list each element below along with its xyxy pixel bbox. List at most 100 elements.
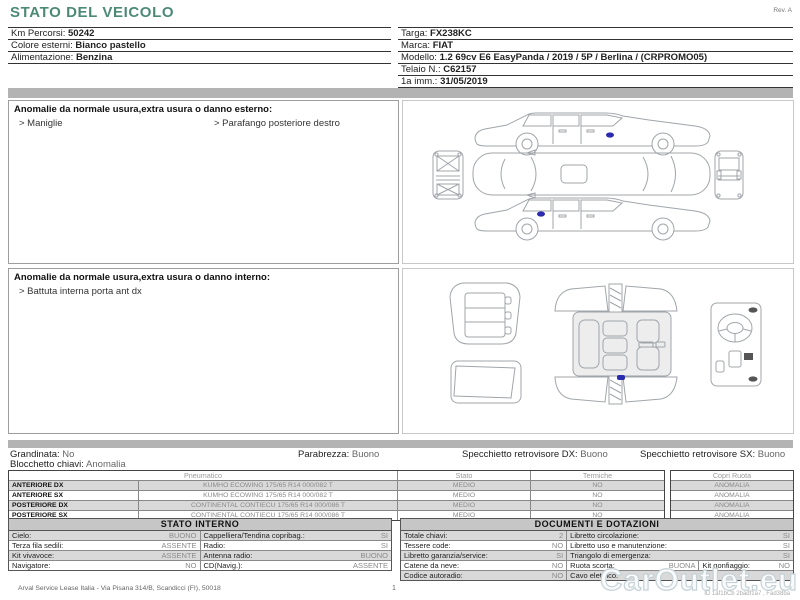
vehicle-info-right-table: Targa: FX238KC Marca: FIAT Modello: 1.2 … bbox=[398, 27, 793, 88]
cabin-plan-view bbox=[554, 283, 678, 405]
km-label: Km Percorsi: bbox=[11, 28, 69, 39]
tyres-header-termiche: Termiche bbox=[531, 471, 664, 481]
info-row-km: Km Percorsi: 50242 bbox=[8, 28, 391, 40]
specchietto-dx-label: Specchietto retrovisore DX: bbox=[462, 449, 581, 460]
revision-label: Rev. A bbox=[773, 7, 792, 14]
stato-interno-table: STATO INTERNO Cielo: BUONO Cappelliera/Te… bbox=[8, 518, 392, 571]
colore-value: Bianco pastello bbox=[75, 40, 146, 51]
tyre-stato: MEDIO bbox=[398, 481, 531, 491]
tyre-position: ANTERIORE DX bbox=[9, 481, 139, 491]
table-row: Cielo: BUONO Cappelliera/Tendina copribag… bbox=[9, 531, 391, 541]
alimentazione-value: Benzina bbox=[75, 52, 113, 63]
parabrezza-status: Parabrezza: Buono bbox=[298, 449, 379, 460]
exterior-diagram-panel bbox=[402, 100, 794, 264]
damage-marker bbox=[606, 132, 614, 138]
tyre-spec: KUMHO ECOWING 175/65 R14 000/082 T bbox=[139, 481, 398, 491]
vehicle-info-left-table: Km Percorsi: 50242 Colore esterni: Bianc… bbox=[8, 27, 391, 64]
marca-label: Marca: bbox=[401, 40, 433, 51]
blocchetto-value: Anomalia bbox=[86, 459, 126, 470]
specchietto-sx-status: Specchietto retrovisore SX: Buono bbox=[640, 449, 785, 460]
copri-ruota-value: ANOMALIA bbox=[671, 501, 793, 511]
cell-totale-chiavi: Totale chiavi: 2 bbox=[401, 531, 568, 540]
car-side-view-right bbox=[474, 112, 711, 156]
colore-label: Colore esterni: bbox=[11, 40, 76, 51]
exterior-anomalies-panel: Anomalie da normale usura,extra usura o … bbox=[8, 100, 399, 264]
footer-company-address: Arval Service Lease Italia - Via Pisana … bbox=[18, 585, 221, 592]
table-row: Tessere code: NO Libretto uso e manutenzi… bbox=[401, 541, 793, 551]
copri-ruota-value: ANOMALIA bbox=[671, 491, 793, 501]
cell-navigatore: Navigatore: NO bbox=[9, 561, 201, 570]
footer-page-number: 1 bbox=[392, 585, 396, 592]
cell-kit-vivavoce: Kit vivavoce: ASSENTE bbox=[9, 551, 201, 560]
imm-label: 1a imm.: bbox=[401, 76, 441, 87]
imm-value: 31/05/2019 bbox=[440, 76, 488, 87]
damage-marker bbox=[537, 211, 545, 217]
car-exterior-diagram bbox=[432, 112, 744, 241]
table-row: Terza fila sedili: ASSENTE Radio: SI bbox=[9, 541, 391, 551]
info-row-targa: Targa: FX238KC bbox=[398, 28, 793, 40]
car-rear-view bbox=[714, 150, 744, 200]
cell-triangolo: Triangolo di emergenza: SI bbox=[570, 551, 790, 560]
dashboard-view bbox=[710, 302, 762, 387]
targa-value: FX238KC bbox=[430, 28, 472, 39]
documenti-title: DOCUMENTI E DOTAZIONI bbox=[401, 519, 793, 531]
copri-ruota-value: ANOMALIA bbox=[671, 481, 793, 491]
info-row-colore: Colore esterni: Bianco pastello bbox=[8, 40, 391, 52]
copri-ruota-table: Copri Ruota ANOMALIA ANOMALIA ANOMALIA A… bbox=[670, 470, 794, 521]
exterior-anomalies-heading: Anomalie da normale usura,extra usura o … bbox=[14, 104, 273, 115]
specchietto-sx-value: Buono bbox=[757, 449, 786, 460]
section-divider-bar bbox=[8, 440, 793, 448]
copri-ruota-header: Copri Ruota bbox=[671, 471, 793, 481]
table-row: Libretto garanzia/service: SI Triangolo d… bbox=[401, 551, 793, 561]
info-row-telaio: Telaio N.: C62157 bbox=[398, 64, 793, 76]
car-top-view bbox=[472, 149, 711, 199]
km-value: 50242 bbox=[68, 28, 95, 39]
tyre-stato: MEDIO bbox=[398, 501, 531, 511]
info-row-marca: Marca: FIAT bbox=[398, 40, 793, 52]
cell-libretto-garanzia: Libretto garanzia/service: SI bbox=[401, 551, 568, 560]
cell-tessere-code: Tessere code: NO bbox=[401, 541, 568, 550]
page-title: STATO DEL VEICOLO bbox=[10, 4, 175, 21]
stato-interno-title: STATO INTERNO bbox=[9, 519, 391, 531]
cell-libretto-circolazione: Libretto circolazione: SI bbox=[570, 531, 790, 540]
trunk-view bbox=[449, 282, 521, 345]
blocchetto-label: Blocchetto chiavi: bbox=[10, 459, 87, 470]
info-row-alimentazione: Alimentazione: Benzina bbox=[8, 52, 391, 64]
specchietto-sx-label: Specchietto retrovisore SX: bbox=[640, 449, 758, 460]
parabrezza-label: Parabrezza: bbox=[298, 449, 352, 460]
tyre-termiche: NO bbox=[531, 491, 664, 501]
blocchetto-chiavi-status: Blocchetto chiavi: Anomalia bbox=[10, 459, 126, 470]
telaio-label: Telaio N.: bbox=[401, 64, 444, 75]
exterior-anomaly-item: > Parafango posteriore destro bbox=[214, 118, 340, 129]
table-row: Navigatore: NO CD(Navig.): ASSENTE bbox=[9, 561, 391, 570]
alimentazione-label: Alimentazione: bbox=[11, 52, 76, 63]
cell-antenna-radio: Antenna radio: BUONO bbox=[203, 551, 389, 560]
info-row-immatricolazione: 1a imm.: 31/05/2019 bbox=[398, 76, 793, 88]
tyres-table: Pneumatico Stato Termiche ANTERIORE DX K… bbox=[8, 470, 665, 521]
tyre-spec: KUMHO ECOWING 175/65 R14 000/082 T bbox=[139, 491, 398, 501]
table-row: Kit vivavoce: ASSENTE Antenna radio: BUONO bbox=[9, 551, 391, 561]
tyre-spec: CONTINENTAL CONTIECU 175/65 R14 000/086 … bbox=[139, 501, 398, 511]
cell-codice-autoradio: Codice autoradio: NO bbox=[401, 571, 568, 580]
interior-anomalies-heading: Anomalie da normale usura,extra usura o … bbox=[14, 272, 271, 283]
interior-anomalies-panel: Anomalie da normale usura,extra usura o … bbox=[8, 268, 399, 434]
section-divider-bar bbox=[8, 88, 793, 98]
roof-lining-view bbox=[450, 360, 522, 404]
marca-value: FIAT bbox=[432, 40, 454, 51]
modello-label: Modello: bbox=[401, 52, 440, 63]
exterior-anomaly-item: > Maniglie bbox=[19, 118, 63, 129]
car-side-view-left bbox=[474, 197, 711, 241]
tyre-termiche: NO bbox=[531, 501, 664, 511]
cell-catene-neve: Catene da neve: NO bbox=[401, 561, 568, 570]
damage-marker bbox=[617, 375, 625, 380]
targa-label: Targa: bbox=[401, 28, 431, 39]
table-row: Totale chiavi: 2 Libretto circolazione: SI bbox=[401, 531, 793, 541]
modello-value: 1.2 69cv E6 EasyPanda / 2019 / 5P / Berl… bbox=[439, 52, 708, 63]
tyres-header-pneumatico: Pneumatico bbox=[9, 471, 398, 481]
cell-cappelliera: Cappelliera/Tendina copribag.: SI bbox=[203, 531, 389, 540]
tyres-header-stato: Stato bbox=[398, 471, 531, 481]
car-interior-diagram bbox=[449, 282, 762, 405]
tyre-position: ANTERIORE SX bbox=[9, 491, 139, 501]
vehicle-status-report: STATO DEL VEICOLO Rev. A Km Percorsi: 50… bbox=[0, 0, 800, 600]
specchietto-dx-value: Buono bbox=[580, 449, 608, 460]
